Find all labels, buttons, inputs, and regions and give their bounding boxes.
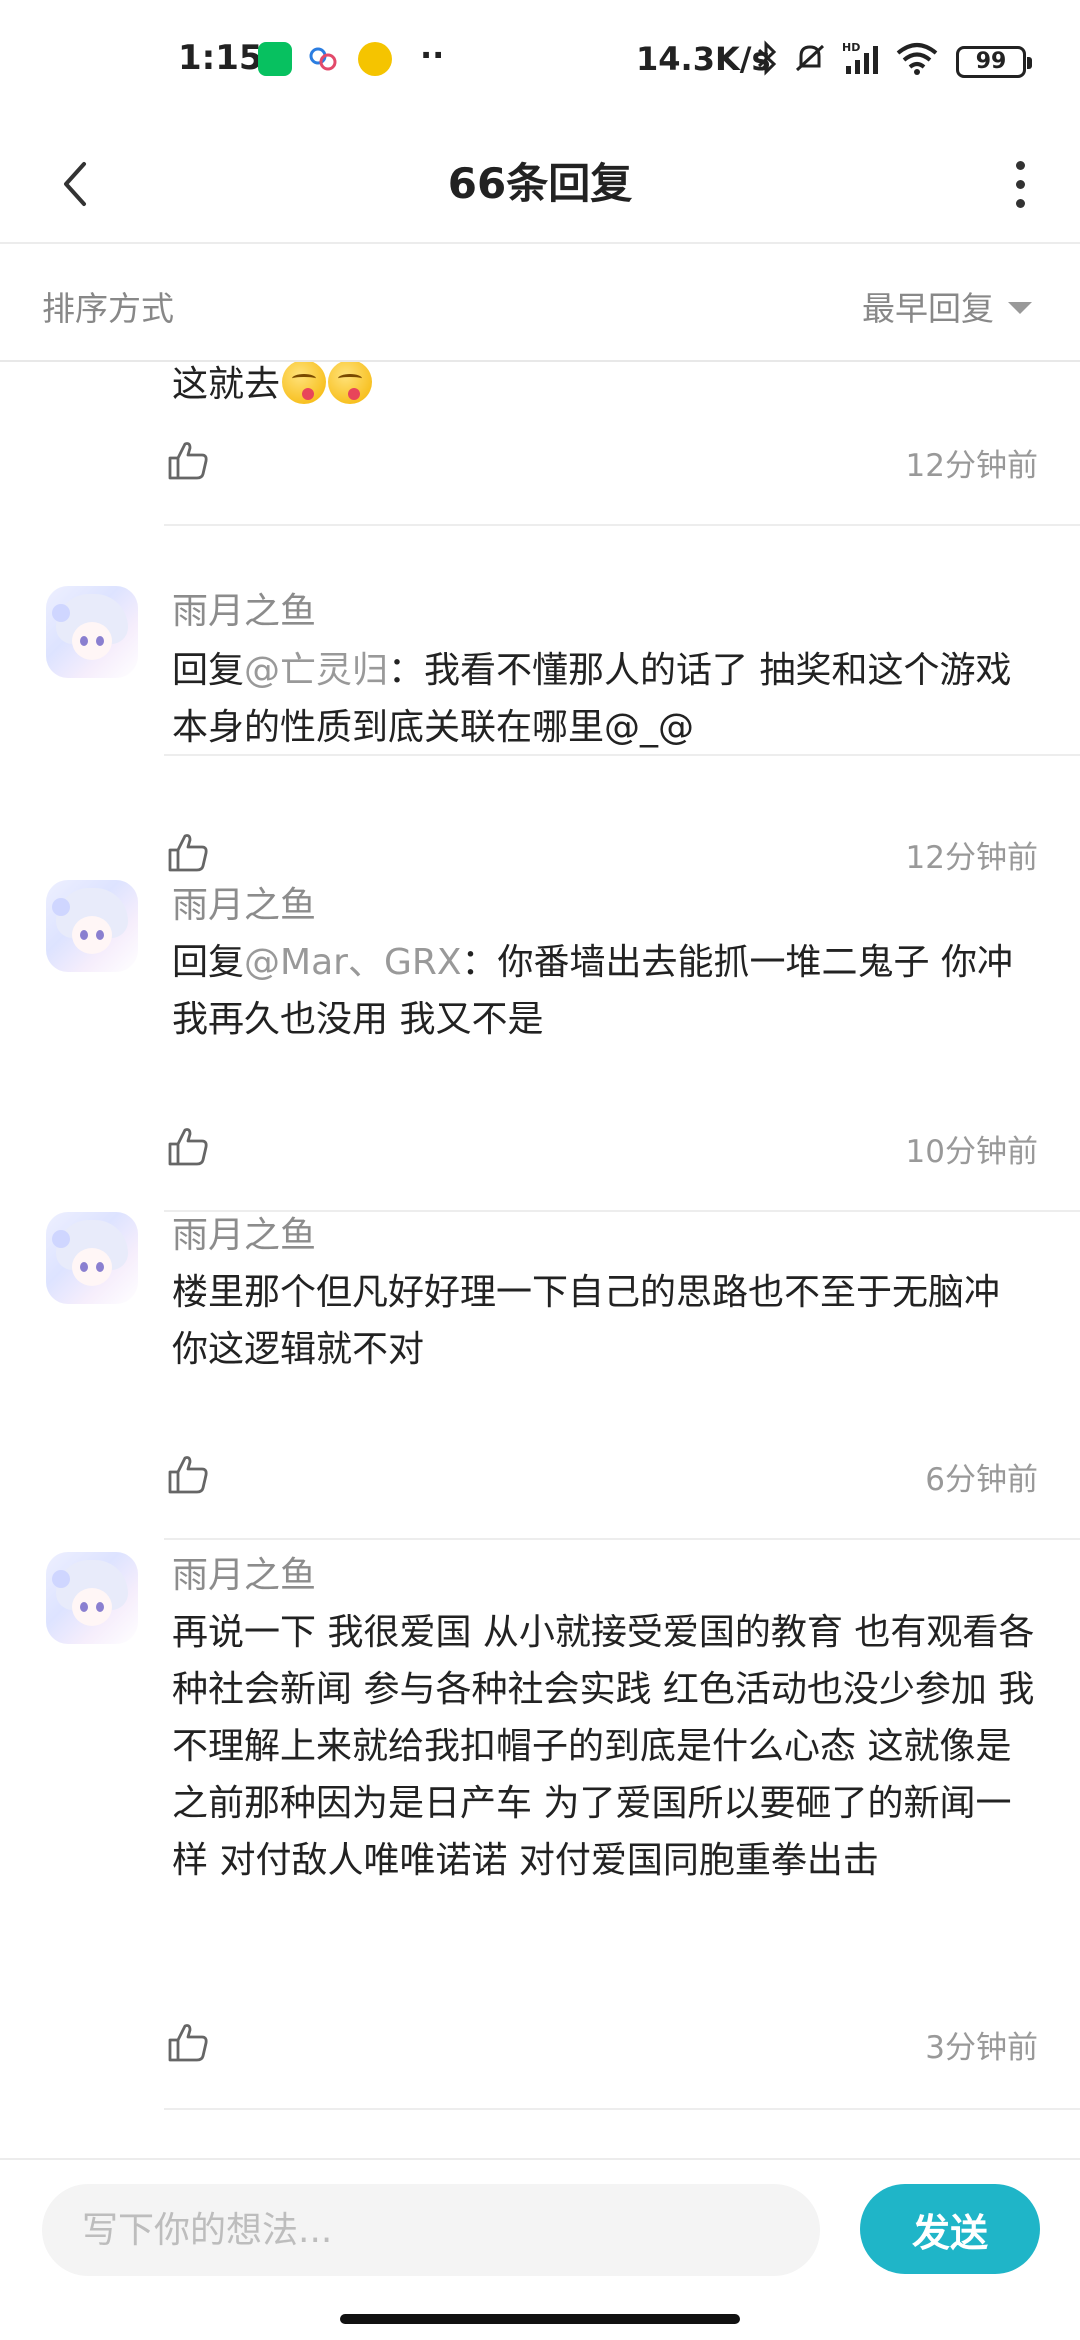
mention-link[interactable]: @Mar、GRX bbox=[244, 942, 462, 983]
avatar[interactable] bbox=[46, 586, 138, 678]
wechat-icon bbox=[258, 42, 292, 76]
send-button[interactable]: 发送 bbox=[860, 2184, 1040, 2274]
more-vertical-icon bbox=[1015, 160, 1025, 170]
comment-text: 再说一下 我很爱国 从小就接受爱国的教育 也有观看各种社会新闻 参与各种社会实践… bbox=[172, 1612, 1035, 1881]
cloud-icon bbox=[306, 42, 340, 76]
comment-time: 10分钟前 bbox=[905, 1134, 1038, 1170]
yum-face-emoji bbox=[282, 362, 327, 404]
reply-prefix: 回复 bbox=[172, 942, 245, 983]
divider bbox=[164, 1538, 1080, 1540]
sort-bar: 排序方式 最早回复 bbox=[0, 244, 1080, 362]
comment-text: 这就去 bbox=[172, 364, 281, 405]
network-speed: 14.3K/s bbox=[636, 40, 771, 78]
comment-time: 12分钟前 bbox=[905, 448, 1038, 484]
thumbs-up-icon[interactable] bbox=[166, 1452, 210, 1496]
mute-icon bbox=[792, 40, 828, 80]
comment-item: 雨月之鱼 再说一下 我很爱国 从小就接受爱国的教育 也有观看各种社会新闻 参与各… bbox=[0, 1552, 1080, 2110]
bluetooth-icon bbox=[756, 40, 778, 80]
more-notifications-icon: ·· bbox=[420, 36, 445, 74]
thumbs-up-icon[interactable] bbox=[166, 438, 210, 482]
mention-link[interactable]: @亡灵归 bbox=[244, 650, 388, 691]
comment-item: 这就去 12分钟前 bbox=[0, 362, 1080, 526]
avatar[interactable] bbox=[46, 1212, 138, 1304]
home-indicator[interactable] bbox=[340, 2314, 740, 2324]
username[interactable]: 雨月之鱼 bbox=[172, 582, 316, 634]
thumbs-up-icon[interactable] bbox=[166, 2020, 210, 2064]
more-options-button[interactable] bbox=[990, 144, 1050, 224]
wifi-icon bbox=[896, 41, 938, 79]
sort-value: 最早回复 bbox=[862, 289, 994, 328]
avatar[interactable] bbox=[46, 880, 138, 972]
divider bbox=[164, 2108, 1080, 2110]
top-bar: 66条回复 bbox=[0, 124, 1080, 244]
comment-item: 雨月之鱼 回复@亡灵归：我看不懂那人的话了 抽奖和这个游戏本身的性质到底关联在哪… bbox=[0, 526, 1080, 876]
status-time: 1:15 bbox=[178, 38, 263, 78]
sort-dropdown[interactable]: 最早回复 bbox=[862, 282, 1032, 330]
comment-item: 雨月之鱼 回复@Mar、GRX：你番墙出去能抓一堆二鬼子 你冲我再久也没用 我又… bbox=[0, 818, 1080, 1212]
thumbs-up-icon[interactable] bbox=[166, 1124, 210, 1168]
yum-face-emoji bbox=[328, 362, 373, 404]
status-bar: 1:15 ·· 14.3K/s HD 99 bbox=[0, 0, 1080, 124]
hd-signal-icon: HD bbox=[842, 40, 882, 80]
avatar[interactable] bbox=[46, 1552, 138, 1644]
sort-label: 排序方式 bbox=[42, 289, 174, 328]
comment-text: 楼里那个但凡好好理一下自己的思路也不至于无脑冲 你这逻辑就不对 bbox=[172, 1272, 1001, 1370]
page-title: 66条回复 bbox=[447, 159, 633, 208]
battery-icon: 99 bbox=[956, 46, 1032, 78]
comment-input[interactable] bbox=[42, 2184, 820, 2276]
svg-text:HD: HD bbox=[842, 41, 860, 54]
reply-prefix: 回复 bbox=[172, 650, 245, 691]
comment-time: 6分钟前 bbox=[925, 1462, 1038, 1498]
comment-item: 雨月之鱼 楼里那个但凡好好理一下自己的思路也不至于无脑冲 你这逻辑就不对 6分钟… bbox=[0, 1212, 1080, 1540]
username[interactable]: 雨月之鱼 bbox=[172, 1206, 316, 1258]
comment-input-bar: 发送 bbox=[0, 2158, 1080, 2298]
comment-time: 3分钟前 bbox=[925, 2030, 1038, 2066]
caret-down-icon bbox=[1008, 302, 1032, 314]
qq-music-icon bbox=[358, 42, 392, 76]
username[interactable]: 雨月之鱼 bbox=[172, 876, 316, 928]
username[interactable]: 雨月之鱼 bbox=[172, 1546, 316, 1598]
